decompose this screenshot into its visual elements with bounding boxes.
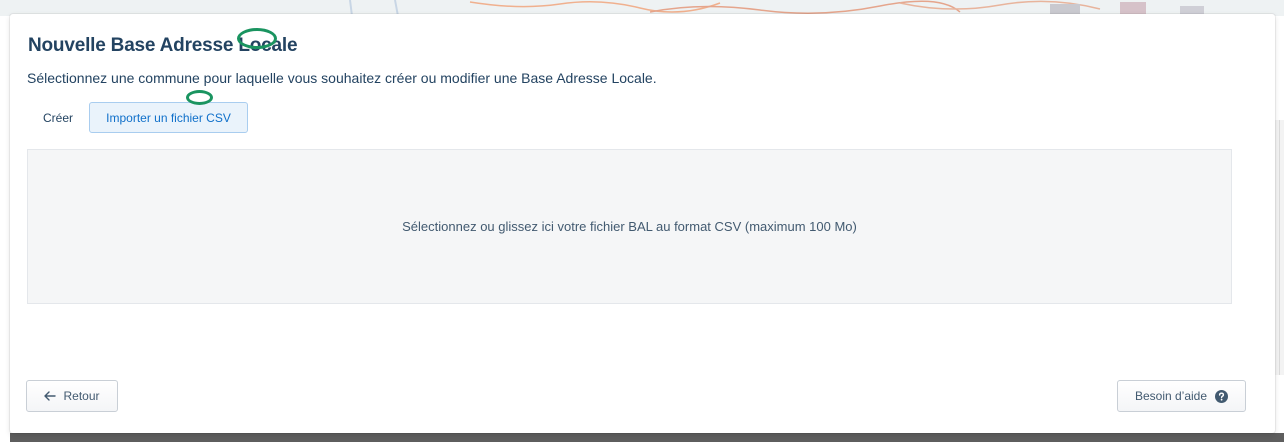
window-bottom-edge bbox=[10, 433, 1284, 442]
back-button[interactable]: Retour bbox=[26, 380, 118, 412]
arrow-left-icon bbox=[44, 391, 57, 401]
new-bal-dialog: Nouvelle Base Adresse Locale Sélectionne… bbox=[10, 14, 1275, 433]
dropzone-text: Sélectionnez ou glissez ici votre fichie… bbox=[402, 219, 857, 234]
screen: Nouvelle Base Adresse Locale Sélectionne… bbox=[0, 0, 1284, 442]
csv-dropzone[interactable]: Sélectionnez ou glissez ici votre fichie… bbox=[27, 149, 1232, 304]
tab-create[interactable]: Créer bbox=[28, 102, 88, 133]
dialog-subtitle: Sélectionnez une commune pour laquelle v… bbox=[27, 70, 657, 86]
tab-import-csv[interactable]: Importer un fichier CSV bbox=[89, 102, 248, 133]
question-circle-icon bbox=[1215, 389, 1229, 403]
help-button[interactable]: Besoin d’aide bbox=[1117, 380, 1246, 412]
dialog-title: Nouvelle Base Adresse Locale bbox=[28, 35, 298, 56]
back-button-label: Retour bbox=[63, 389, 100, 403]
help-button-label: Besoin d’aide bbox=[1134, 389, 1208, 403]
